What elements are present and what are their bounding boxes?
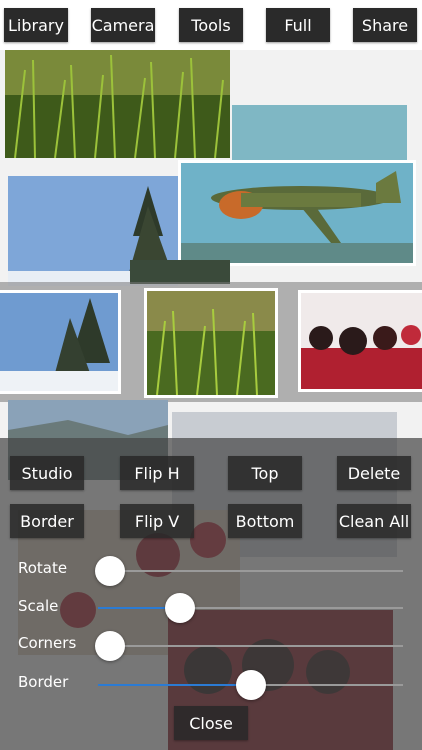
top-button[interactable]: Top: [228, 456, 302, 490]
bottom-button[interactable]: Bottom: [228, 504, 302, 538]
border-button[interactable]: Border: [10, 504, 84, 538]
full-button[interactable]: Full: [266, 8, 330, 42]
rotate-label: Rotate: [18, 559, 68, 577]
photo-cherries-strip[interactable]: [298, 290, 422, 392]
border-slider[interactable]: [98, 670, 403, 700]
camera-button[interactable]: Camera: [91, 8, 155, 42]
corners-slider-knob[interactable]: [95, 631, 126, 661]
border-slider-label: Border: [18, 673, 69, 691]
photo-airplane-front[interactable]: [178, 160, 416, 266]
flip-h-button[interactable]: Flip H: [120, 456, 194, 490]
flip-v-button[interactable]: Flip V: [120, 504, 194, 538]
border-slider-fill: [98, 684, 251, 686]
photo-grass[interactable]: [5, 50, 230, 158]
share-button[interactable]: Share: [353, 8, 417, 42]
scale-label: Scale: [18, 597, 59, 615]
photo-winter-strip[interactable]: [0, 290, 121, 394]
tools-button[interactable]: Tools: [179, 8, 243, 42]
clean-all-button[interactable]: Clean All: [337, 504, 411, 538]
photo-grass-strip[interactable]: [144, 288, 278, 398]
photo-trees-top[interactable]: [130, 260, 230, 284]
top-toolbar: Library Camera Tools Full Share: [0, 0, 422, 50]
corners-slider[interactable]: [95, 631, 403, 661]
delete-button[interactable]: Delete: [337, 456, 411, 490]
scale-slider[interactable]: [98, 593, 403, 623]
library-button[interactable]: Library: [4, 8, 68, 42]
rotate-slider-knob[interactable]: [95, 556, 126, 586]
close-button[interactable]: Close: [174, 706, 248, 740]
corners-label: Corners: [18, 634, 77, 652]
border-slider-knob[interactable]: [235, 670, 266, 700]
studio-button[interactable]: Studio: [10, 456, 84, 490]
rotate-slider[interactable]: [95, 556, 403, 586]
